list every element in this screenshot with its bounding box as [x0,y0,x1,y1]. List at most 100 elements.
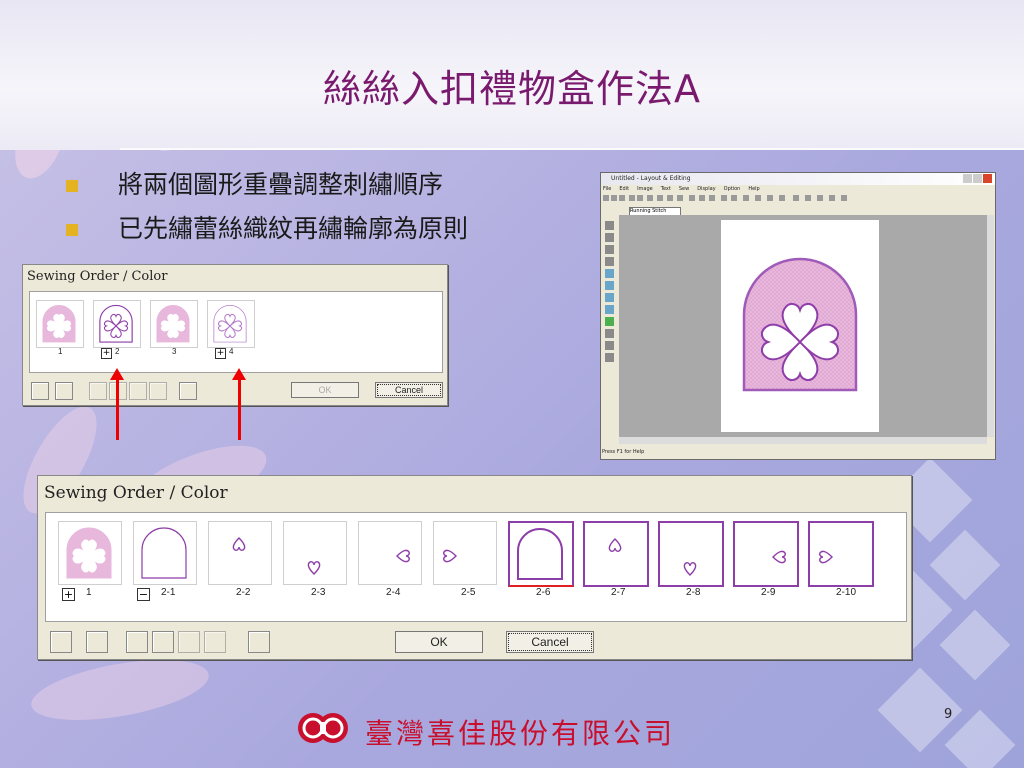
fit-view-button[interactable] [50,631,72,653]
thumbnail-label: 2-3 [311,587,326,598]
left-toolbar[interactable] [604,219,616,379]
thumbnail-label: 2-1 [161,587,176,598]
title-divider [120,148,1024,150]
embroidery-design [742,257,858,392]
thumbnail-label: 2-8 [686,587,701,598]
color-button[interactable] [248,631,270,653]
heart-top-icon [232,537,246,551]
order-thumbnail[interactable] [658,521,724,587]
ok-button[interactable]: OK [291,382,359,398]
menu-item[interactable]: Help [748,186,759,192]
tree-view-button[interactable] [86,631,108,653]
order-thumbnail[interactable] [733,521,799,587]
design-paper[interactable] [721,220,879,432]
thumbnail-label: 2 [115,347,120,356]
fill-heart-icon [42,305,76,343]
layout-editing-window: Untitled - Layout & Editing File Edit Imag… [600,172,996,460]
design-canvas[interactable] [619,215,987,437]
bullet-item: 將兩個圖形重疊調整刺繡順序 [62,163,468,207]
cancel-button[interactable]: Cancel [375,382,443,398]
order-thumbnail[interactable] [808,521,874,587]
order-thumbnail[interactable] [358,521,422,585]
menu-item[interactable]: Image [637,186,653,192]
expand-icon[interactable]: + [62,588,75,601]
red-arrow [116,378,119,440]
window-titlebar: Untitled - Layout & Editing [601,173,995,185]
thumbnail-list[interactable]: +1 −2-1 2-2 2-3 2-4 2-5 2-6 2-7 2-8 2-9 2-10 [45,512,907,622]
thumbnail-label: 4 [229,347,234,356]
expand-icon[interactable]: + [101,348,112,359]
toolbar [603,193,983,207]
order-thumbnail[interactable] [93,300,141,348]
order-thumbnail[interactable] [508,521,574,587]
move-first-button[interactable] [89,382,107,400]
menu-item[interactable]: Edit [619,186,629,192]
color-button[interactable] [179,382,197,400]
order-thumbnail[interactable] [583,521,649,587]
move-first-button[interactable] [126,631,148,653]
collapse-icon[interactable]: − [137,588,150,601]
heart-top-boxed-icon [608,538,622,552]
close-icon[interactable] [983,174,992,183]
thumbnail-label: 1 [86,587,92,598]
heart-left-boxed-icon [819,550,833,564]
thumbnail-list[interactable]: 1 +2 3 +4 [29,291,443,373]
thumbnail-label: 2-9 [761,587,776,598]
maximize-icon[interactable] [973,174,982,183]
order-thumbnail[interactable] [207,300,255,348]
thumbnail-label: 2-7 [611,587,626,598]
company-name: 臺灣喜佳股份有限公司 [365,717,676,750]
large-sewing-order-dialog: Sewing Order / Color +1 −2-1 2-2 2-3 2-4 2-5 2… [37,475,912,660]
cancel-button[interactable]: Cancel [506,631,594,653]
dialog-caption: Sewing Order / Color [44,483,228,503]
bullet-list: 將兩個圖形重疊調整刺繡順序 已先繡蕾絲織紋再繡輪廓為原則 [62,163,468,251]
tree-view-button[interactable] [55,382,73,400]
red-arrow [238,378,241,440]
move-up-button[interactable] [152,631,174,653]
move-last-button[interactable] [149,382,167,400]
order-thumbnail[interactable] [150,300,198,348]
thumbnail-label: 1 [58,347,63,356]
heart-bottom-icon [307,561,321,575]
menu-item[interactable]: File [603,186,611,192]
fill-heart-icon [66,527,112,579]
thumbnail-label: 3 [172,347,177,356]
page-number: 9 [944,707,953,722]
order-thumbnail[interactable] [133,521,197,585]
bullet-text: 已先繡蕾絲織紋再繡輪廓為原則 [118,214,469,243]
fit-view-button[interactable] [31,382,49,400]
vertical-scrollbar[interactable] [987,215,994,437]
thumbnail-label: 2-4 [386,587,401,598]
move-last-button[interactable] [204,631,226,653]
menu-item[interactable]: Display [697,186,715,192]
bullet-square-icon [66,180,78,192]
order-thumbnail[interactable] [283,521,347,585]
left-tool-icons[interactable] [604,219,616,379]
heart-right-boxed-icon [772,550,786,564]
order-thumbnail[interactable] [58,521,122,585]
horizontal-scrollbar[interactable] [619,437,987,444]
order-thumbnail[interactable] [433,521,497,585]
window-controls[interactable] [963,174,993,184]
arch-selected-icon [517,528,563,580]
move-down-button[interactable] [129,382,147,400]
thumbnail-label: 2-10 [836,587,857,598]
order-thumbnail[interactable] [36,300,84,348]
thumbnail-label: 2-6 [536,587,551,598]
move-down-button[interactable] [178,631,200,653]
status-bar: Press F1 for Help [602,449,645,455]
menu-bar: File Edit Image Text Sew Display Option Help [603,186,768,192]
bullet-square-icon [66,224,78,236]
small-sewing-order-dialog: Sewing Order / Color 1 +2 3 +4 OK Cancel [22,264,448,406]
minimize-icon[interactable] [963,174,972,183]
menu-item[interactable]: Sew [679,186,689,192]
order-thumbnail[interactable] [208,521,272,585]
window-title: Untitled - Layout & Editing [611,175,691,182]
menu-item[interactable]: Option [724,186,741,192]
outline-heart-light-icon [213,305,247,343]
expand-icon[interactable]: + [215,348,226,359]
thumbnail-label: 2-5 [461,587,476,598]
fill-heart-icon [156,305,190,343]
ok-button[interactable]: OK [395,631,483,653]
menu-item[interactable]: Text [661,186,671,192]
